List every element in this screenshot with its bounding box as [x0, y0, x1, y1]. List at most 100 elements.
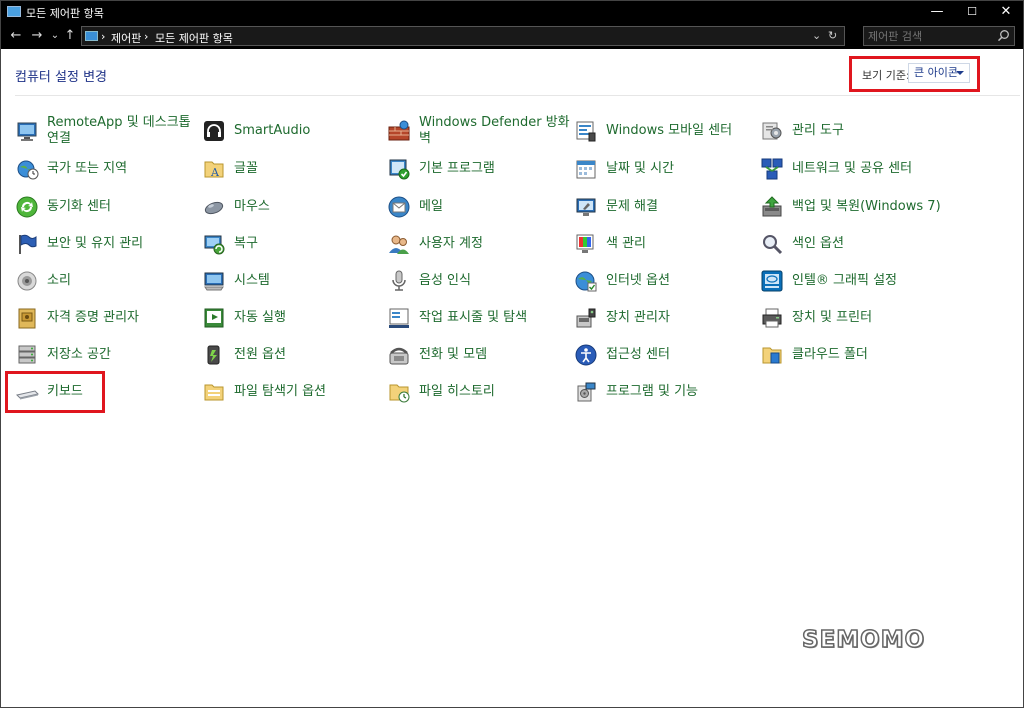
- item-label: 네트워크 및 공유 센터: [792, 161, 913, 176]
- control-panel-item[interactable]: 사용자 계정: [387, 227, 567, 261]
- close-button[interactable]: ✕: [989, 1, 1023, 23]
- control-panel-item[interactable]: 동기화 센터: [15, 190, 195, 224]
- control-panel-item[interactable]: 인텔® 그래픽 설정: [760, 264, 1020, 298]
- device-manager-icon: [576, 308, 596, 328]
- font-folder-icon: A: [204, 161, 224, 179]
- control-panel-item[interactable]: 전화 및 모뎀: [387, 338, 567, 372]
- item-label: 복구: [234, 236, 258, 251]
- control-panel-item[interactable]: SmartAudio: [202, 114, 382, 148]
- control-panel-item[interactable]: A 글꼴: [202, 152, 382, 186]
- item-label: 동기화 센터: [47, 199, 111, 214]
- item-label: 국가 또는 지역: [47, 161, 128, 176]
- control-panel-item[interactable]: 색인 옵션: [760, 227, 1020, 261]
- item-label: 시스템: [234, 273, 270, 288]
- title-bar[interactable]: 모든 제어판 항목 — ☐ ✕: [1, 1, 1023, 23]
- control-panel-item[interactable]: 관리 도구: [760, 114, 1020, 148]
- item-label: 백업 및 복원(Windows 7): [792, 199, 941, 214]
- breadcrumb-control-panel[interactable]: 제어판: [111, 30, 141, 46]
- programs-icon: [577, 382, 596, 402]
- item-label: SmartAudio: [234, 123, 311, 138]
- control-panel-item[interactable]: 기본 프로그램: [387, 152, 567, 186]
- control-panel-item[interactable]: RemoteApp 및 데스크톱 연결: [15, 114, 195, 148]
- folder-options-icon: [204, 384, 224, 401]
- control-panel-item[interactable]: 소리: [15, 264, 195, 298]
- item-label: 인텔® 그래픽 설정: [792, 273, 897, 288]
- control-panel-item[interactable]: Windows Defender 방화 벽: [387, 114, 570, 148]
- control-panel-item[interactable]: 메일: [387, 190, 567, 224]
- color-icon: [576, 234, 594, 253]
- control-panel-item[interactable]: 날짜 및 시간: [574, 152, 754, 186]
- item-label: Windows Defender 방화 벽: [419, 115, 570, 146]
- item-label: 자격 증명 관리자: [47, 310, 139, 325]
- item-label: 색인 옵션: [792, 236, 844, 251]
- troubleshoot-icon: [576, 198, 596, 216]
- storage-icon: [18, 345, 36, 364]
- flag-icon: [19, 234, 37, 254]
- item-label: 파일 탐색기 옵션: [234, 384, 326, 399]
- printer-icon: [762, 308, 782, 328]
- control-panel-window: 모든 제어판 항목 — ☐ ✕ ← → ⌄ ↑ › 제어판 › 모든 제어판 항…: [0, 0, 1024, 708]
- forward-button[interactable]: →: [28, 27, 46, 45]
- back-button[interactable]: ←: [7, 27, 25, 45]
- remote-desktop-icon: [17, 122, 37, 141]
- watermark: SEMOMO: [801, 626, 926, 654]
- globe-clock-icon: [17, 160, 39, 180]
- item-label: 날짜 및 시간: [606, 161, 675, 176]
- address-bar[interactable]: › 제어판 › 모든 제어판 항목 ⌄ ↻: [81, 26, 845, 46]
- control-panel-item[interactable]: 파일 히스토리: [387, 375, 567, 409]
- mobility-icon: [576, 121, 596, 142]
- control-panel-item[interactable]: 색 관리: [574, 227, 754, 261]
- item-label: 소리: [47, 273, 71, 288]
- control-panel-item[interactable]: 자격 증명 관리자: [15, 301, 195, 335]
- control-panel-item[interactable]: 자동 실행: [202, 301, 382, 335]
- control-panel-item[interactable]: 마우스: [202, 190, 382, 224]
- backup-icon: [762, 196, 782, 217]
- indexing-icon: [763, 235, 783, 255]
- control-panel-item[interactable]: 시스템: [202, 264, 382, 298]
- control-panel-item[interactable]: 국가 또는 지역: [15, 152, 195, 186]
- control-panel-item[interactable]: 접근성 센터: [574, 338, 754, 372]
- control-panel-item[interactable]: Windows 모바일 센터: [574, 114, 754, 148]
- item-label: 저장소 공간: [47, 347, 111, 362]
- control-panel-item[interactable]: 보안 및 유지 관리: [15, 227, 195, 261]
- search-icon[interactable]: [997, 29, 1010, 42]
- control-panel-item[interactable]: 저장소 공간: [15, 338, 195, 372]
- item-label: 글꼴: [234, 161, 258, 176]
- refresh-button[interactable]: ↻: [828, 29, 837, 42]
- navigation-bar: ← → ⌄ ↑ › 제어판 › 모든 제어판 항목 ⌄ ↻: [1, 23, 1023, 49]
- speaker-icon: [17, 271, 37, 291]
- control-panel-item[interactable]: 인터넷 옵션: [574, 264, 754, 298]
- up-button[interactable]: ↑: [61, 27, 79, 45]
- search-input[interactable]: [868, 29, 988, 43]
- headphones-icon: [204, 121, 224, 141]
- search-box[interactable]: [863, 26, 1015, 46]
- control-panel-item[interactable]: 문제 해결: [574, 190, 754, 224]
- control-panel-icon: [85, 31, 98, 41]
- content-area: 컴퓨터 설정 변경 보기 기준: 큰 아이콘 RemoteApp 및 데스크톱 연…: [2, 49, 1022, 707]
- control-panel-item[interactable]: 프로그램 및 기능: [574, 375, 754, 409]
- minimize-button[interactable]: —: [920, 1, 954, 23]
- breadcrumb-all-items[interactable]: 모든 제어판 항목: [155, 30, 233, 46]
- address-dropdown-button[interactable]: ⌄: [812, 29, 821, 42]
- control-panel-item[interactable]: 백업 및 복원(Windows 7): [760, 190, 1020, 224]
- keyboard-highlight-box: [5, 371, 105, 413]
- control-panel-item[interactable]: 클라우드 폴더: [760, 338, 1020, 372]
- item-label: 접근성 센터: [606, 347, 670, 362]
- item-label: 프로그램 및 기능: [606, 384, 698, 399]
- power-icon: [207, 345, 220, 365]
- mail-icon: [388, 196, 410, 218]
- control-panel-item[interactable]: 복구: [202, 227, 382, 261]
- users-icon: [389, 235, 409, 254]
- control-panel-item[interactable]: 음성 인식: [387, 264, 567, 298]
- control-panel-icon: [7, 6, 21, 17]
- maximize-button[interactable]: ☐: [955, 1, 989, 23]
- control-panel-item[interactable]: 장치 관리자: [574, 301, 754, 335]
- control-panel-item[interactable]: 네트워크 및 공유 센터: [760, 152, 1020, 186]
- network-icon: [761, 158, 783, 180]
- sync-icon: [16, 196, 38, 218]
- phone-icon: [389, 347, 409, 365]
- control-panel-item[interactable]: 작업 표시줄 및 탐색: [387, 301, 567, 335]
- control-panel-item[interactable]: 파일 탐색기 옵션: [202, 375, 382, 409]
- control-panel-item[interactable]: 장치 및 프린터: [760, 301, 1020, 335]
- control-panel-item[interactable]: 전원 옵션: [202, 338, 382, 372]
